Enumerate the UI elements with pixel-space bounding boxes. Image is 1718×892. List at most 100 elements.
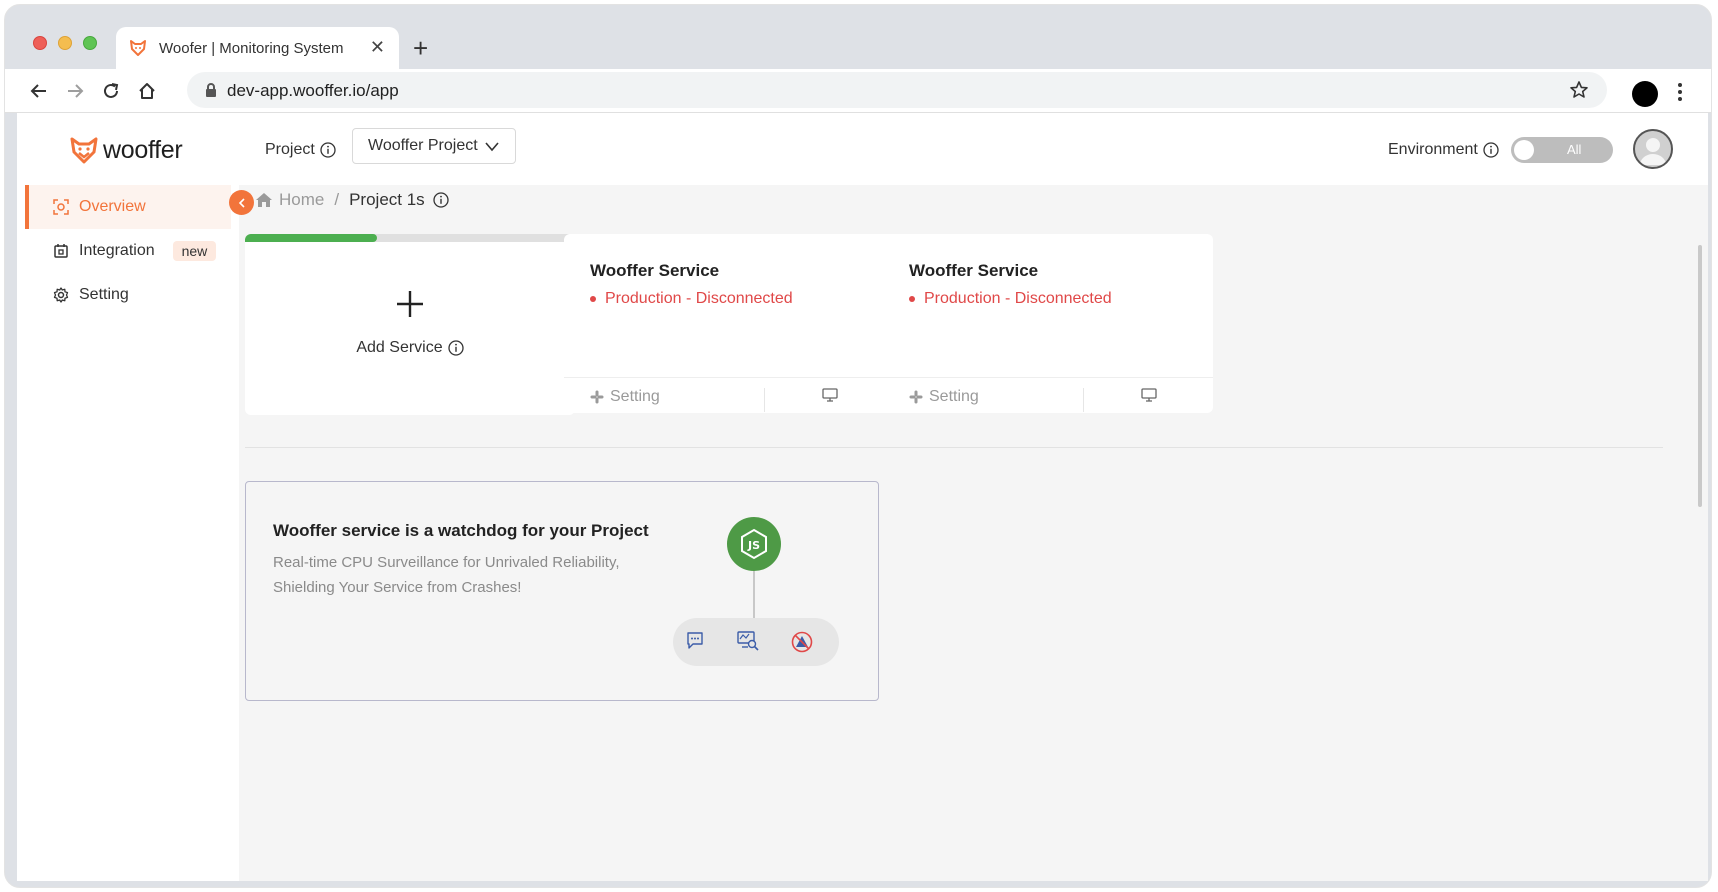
browser-toolbar: dev-app.wooffer.io/app	[5, 69, 1711, 113]
forward-icon[interactable]	[61, 77, 89, 105]
browser-window: Woofer | Monitoring System ✕ + dev-app.w…	[4, 4, 1712, 888]
progress-track	[245, 234, 575, 242]
reload-icon[interactable]	[97, 77, 125, 105]
window-minimize-button[interactable]	[58, 36, 72, 50]
breadcrumb-home-label: Home	[279, 190, 325, 209]
environment-label-text: Environment	[1388, 141, 1478, 158]
new-badge: new	[172, 241, 217, 261]
info-icon[interactable]	[320, 142, 336, 158]
status-dot	[590, 296, 596, 302]
slack-icon	[909, 390, 923, 404]
service-status-text: Production - Disconnected	[924, 290, 1112, 307]
wooffer-logo-icon	[70, 137, 98, 164]
monitor-icon[interactable]	[1141, 388, 1157, 402]
sidebar-collapse-button[interactable]	[229, 190, 254, 215]
add-service-card[interactable]: Add Service	[245, 234, 575, 415]
sidebar-item-label: Setting	[79, 286, 129, 303]
service-status: Production - Disconnected	[909, 290, 1112, 308]
integration-icon	[53, 243, 69, 259]
service-setting-button[interactable]: Setting	[590, 388, 660, 406]
project-select[interactable]: Wooffer Project	[352, 128, 516, 164]
breadcrumb-current: Project 1s	[349, 190, 425, 209]
address-bar[interactable]: dev-app.wooffer.io/app	[187, 72, 1607, 108]
breadcrumb: Home / Project 1s	[255, 190, 449, 210]
promo-title: Wooffer service is a watchdog for your P…	[273, 521, 649, 540]
user-avatar[interactable]	[1633, 129, 1673, 169]
monitor-search-icon	[737, 631, 759, 651]
status-dot	[909, 296, 915, 302]
chevron-down-icon	[485, 142, 499, 152]
service-title: Wooffer Service	[590, 261, 720, 280]
breadcrumb-home[interactable]: Home	[255, 190, 324, 210]
monitor-icon[interactable]	[822, 388, 838, 402]
sidebar-item-overview[interactable]: Overview	[25, 185, 231, 229]
toggle-knob	[1514, 140, 1534, 160]
nodejs-icon: JS	[727, 517, 781, 571]
service-status-text: Production - Disconnected	[605, 290, 793, 307]
browser-tab[interactable]: Woofer | Monitoring System ✕	[116, 27, 399, 69]
service-title: Wooffer Service	[909, 261, 1039, 280]
info-icon[interactable]	[1483, 142, 1499, 158]
back-icon[interactable]	[25, 77, 53, 105]
app-viewport: wooffer Project Wooffer Project Environm…	[17, 113, 1708, 881]
environment-label: Environment	[1388, 141, 1499, 159]
add-service-label: Add Service	[245, 339, 575, 357]
user-icon	[1640, 138, 1666, 165]
sidebar-item-integration[interactable]: Integration new	[25, 229, 231, 273]
app-header: wooffer Project Wooffer Project Environm…	[17, 113, 1708, 185]
service-card[interactable]: Wooffer Service Production - Disconnecte…	[883, 234, 1213, 413]
gear-icon	[53, 287, 69, 303]
service-setting-button[interactable]: Setting	[909, 388, 979, 406]
sidebar-item-setting[interactable]: Setting	[25, 273, 231, 317]
service-status: Production - Disconnected	[590, 290, 793, 308]
progress-fill	[245, 234, 377, 242]
tab-strip: Woofer | Monitoring System ✕ +	[5, 5, 1711, 69]
watchdog-info-card: Wooffer service is a watchdog for your P…	[245, 481, 879, 701]
toggle-text: All	[1567, 142, 1582, 157]
window-close-button[interactable]	[33, 36, 47, 50]
lock-icon	[206, 83, 216, 97]
project-label: Project	[265, 141, 336, 159]
svg-text:JS: JS	[747, 539, 760, 552]
tab-title: Woofer | Monitoring System	[159, 39, 344, 57]
overview-icon	[53, 199, 69, 215]
service-setting-label: Setting	[929, 388, 979, 405]
url-text: dev-app.wooffer.io/app	[227, 81, 399, 100]
project-select-value: Wooffer Project	[368, 137, 478, 154]
chat-icon	[687, 632, 703, 649]
browser-profile-avatar[interactable]	[1632, 81, 1658, 107]
home-icon[interactable]	[133, 77, 161, 105]
no-crash-icon	[791, 631, 813, 653]
tab-close-icon[interactable]: ✕	[370, 37, 385, 57]
info-icon[interactable]	[447, 340, 464, 356]
promo-description: Real-time CPU Surveillance for Unrivaled…	[273, 554, 620, 596]
logo-text: wooffer	[103, 135, 183, 164]
info-icon[interactable]	[433, 192, 449, 208]
footer-divider	[1083, 388, 1084, 412]
connector-line	[753, 571, 755, 619]
wooffer-logo[interactable]: wooffer	[69, 135, 183, 165]
service-setting-label: Setting	[610, 388, 660, 405]
slack-icon	[590, 390, 604, 404]
vertical-scrollbar[interactable]	[1698, 245, 1702, 507]
bookmark-star-icon[interactable]	[1569, 80, 1589, 100]
wooffer-favicon-icon	[130, 40, 146, 56]
sidebar-item-label: Overview	[79, 198, 146, 215]
sidebar: Overview Integration new Setting	[17, 185, 239, 881]
section-divider	[245, 447, 1663, 448]
new-tab-button[interactable]: +	[413, 35, 428, 61]
sidebar-item-label: Integration	[79, 242, 155, 259]
service-card-footer: Setting	[883, 377, 1213, 413]
feature-icons-pill	[673, 618, 839, 666]
browser-menu-icon[interactable]	[1677, 82, 1683, 102]
project-label-text: Project	[265, 141, 315, 158]
environment-toggle[interactable]: All	[1511, 137, 1613, 163]
footer-divider	[764, 388, 765, 412]
add-service-text: Add Service	[356, 339, 443, 356]
service-card[interactable]: Wooffer Service Production - Disconnecte…	[564, 234, 894, 413]
home-icon	[256, 193, 272, 207]
window-maximize-button[interactable]	[83, 36, 97, 50]
breadcrumb-separator: /	[334, 190, 340, 209]
chevron-left-icon	[238, 197, 245, 208]
plus-icon[interactable]	[395, 289, 425, 319]
